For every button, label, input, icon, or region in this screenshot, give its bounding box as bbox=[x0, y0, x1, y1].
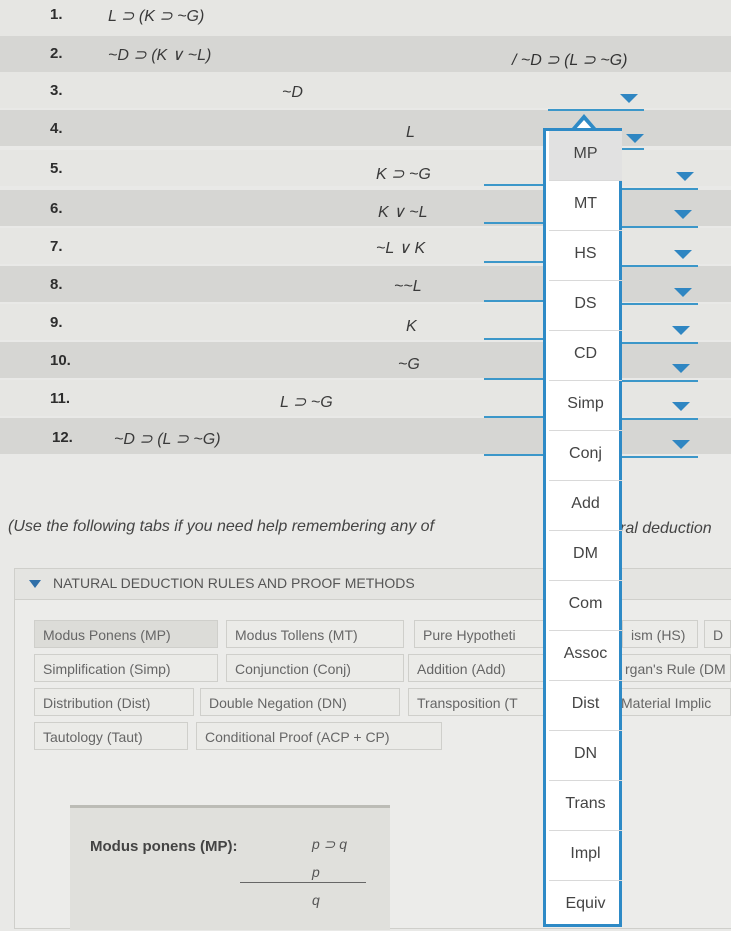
justification-select[interactable] bbox=[548, 109, 644, 111]
rules-panel-header[interactable]: NATURAL DEDUCTION RULES AND PROOF METHOD… bbox=[15, 569, 731, 600]
justification-blank[interactable] bbox=[484, 261, 544, 263]
rule-premise-2: p bbox=[312, 864, 320, 880]
justification-blank[interactable] bbox=[484, 338, 544, 340]
tab-simplification[interactable]: Simplification (Simp) bbox=[34, 654, 218, 682]
tab-double-negation[interactable]: Double Negation (DN) bbox=[200, 688, 400, 716]
justification-blank[interactable] bbox=[484, 184, 544, 186]
justification-select[interactable] bbox=[622, 265, 698, 267]
line-formula: ~D ⊃ (K ∨ ~L) bbox=[108, 47, 212, 64]
tab-tautology[interactable]: Tautology (Taut) bbox=[34, 722, 188, 750]
dropdown-option-impl[interactable]: Impl bbox=[549, 831, 622, 881]
line-number: 11. bbox=[50, 390, 71, 407]
dropdown-option-cd[interactable]: CD bbox=[549, 331, 622, 381]
rule-dropdown-list[interactable]: MP MT HS DS CD Simp Conj Add DM Com Asso… bbox=[543, 128, 622, 927]
justification-blank[interactable] bbox=[484, 416, 544, 418]
justification-select[interactable] bbox=[622, 380, 698, 382]
chevron-down-icon[interactable] bbox=[674, 210, 692, 219]
rule-name: Modus ponens (MP): bbox=[90, 838, 238, 855]
justification-select[interactable] bbox=[622, 188, 698, 190]
tab-hypothetical-syllogism-end[interactable]: ism (HS) bbox=[622, 620, 698, 648]
line-formula: L ⊃ (K ⊃ ~G) bbox=[108, 8, 205, 25]
chevron-down-icon[interactable] bbox=[672, 364, 690, 373]
justification-blank[interactable] bbox=[484, 300, 544, 302]
dropdown-option-add[interactable]: Add bbox=[549, 481, 622, 531]
dropdown-option-conj[interactable]: Conj bbox=[549, 431, 622, 481]
line-number: 5. bbox=[50, 160, 63, 177]
line-number: 8. bbox=[50, 276, 63, 293]
tab-de-morgans-rule[interactable]: rgan's Rule (DM bbox=[616, 654, 731, 682]
justification-select[interactable] bbox=[622, 148, 644, 150]
line-formula: ~D bbox=[282, 84, 303, 101]
line-formula: K ∨ ~L bbox=[378, 204, 428, 221]
justification-select[interactable] bbox=[622, 342, 698, 344]
tab-modus-tollens[interactable]: Modus Tollens (MT) bbox=[226, 620, 404, 648]
tab-hypothetical-syllogism[interactable]: Pure Hypotheti bbox=[414, 620, 548, 648]
justification-select[interactable] bbox=[622, 303, 698, 305]
line-number: 4. bbox=[50, 120, 63, 137]
tab-transposition[interactable]: Transposition (T bbox=[408, 688, 546, 716]
line-number: 6. bbox=[50, 200, 63, 217]
line-formula: ~D ⊃ (L ⊃ ~G) bbox=[114, 431, 221, 448]
chevron-down-icon[interactable] bbox=[676, 172, 694, 181]
chevron-down-icon[interactable] bbox=[672, 326, 690, 335]
proof-row: 1. L ⊃ (K ⊃ ~G) bbox=[0, 0, 731, 36]
line-number: 1. bbox=[50, 6, 63, 23]
line-number: 3. bbox=[50, 82, 63, 99]
line-formula: ~L ∨ K bbox=[376, 240, 426, 257]
rule-display: Modus ponens (MP): bbox=[70, 805, 390, 930]
tab-material-implication[interactable]: Material Implic bbox=[612, 688, 731, 716]
justification-blank[interactable] bbox=[484, 222, 544, 224]
line-number: 2. bbox=[50, 45, 63, 62]
dropdown-option-mp[interactable]: MP bbox=[549, 131, 622, 181]
line-formula: K ⊃ ~G bbox=[376, 166, 431, 183]
rule-premise-1: p ⊃ q bbox=[312, 836, 348, 852]
line-number: 7. bbox=[50, 238, 63, 255]
tab-distribution[interactable]: Distribution (Dist) bbox=[34, 688, 194, 716]
dropdown-option-dist[interactable]: Dist bbox=[549, 681, 622, 731]
line-formula: ~~L bbox=[394, 278, 422, 295]
dropdown-option-ds[interactable]: DS bbox=[549, 281, 622, 331]
chevron-down-icon[interactable] bbox=[620, 94, 638, 103]
dropdown-option-dn[interactable]: DN bbox=[549, 731, 622, 781]
dropdown-option-trans[interactable]: Trans bbox=[549, 781, 622, 831]
justification-select[interactable] bbox=[622, 418, 698, 420]
tab-addition[interactable]: Addition (Add) bbox=[408, 654, 544, 682]
chevron-down-icon[interactable] bbox=[672, 440, 690, 449]
line-formula: L bbox=[406, 124, 415, 141]
chevron-down-icon[interactable] bbox=[674, 288, 692, 297]
line-number: 10. bbox=[50, 352, 71, 369]
dropdown-option-hs[interactable]: HS bbox=[549, 231, 622, 281]
chevron-down-icon[interactable] bbox=[626, 134, 644, 143]
line-formula: K bbox=[406, 318, 417, 335]
tab-modus-ponens[interactable]: Modus Ponens (MP) bbox=[34, 620, 218, 648]
dropdown-option-assoc[interactable]: Assoc bbox=[549, 631, 622, 681]
line-number: 12. bbox=[52, 429, 73, 446]
dropdown-option-com[interactable]: Com bbox=[549, 581, 622, 631]
dropdown-option-simp[interactable]: Simp bbox=[549, 381, 622, 431]
rule-conclusion: q bbox=[312, 892, 320, 908]
hint-text-tail: ral deduction bbox=[620, 520, 712, 537]
chevron-down-icon[interactable] bbox=[672, 402, 690, 411]
line-formula: L ⊃ ~G bbox=[280, 394, 333, 411]
tab-disjunctive-syllogism[interactable]: D bbox=[704, 620, 731, 648]
conclusion-formula: / ~D ⊃ (L ⊃ ~G) bbox=[512, 52, 628, 69]
dropdown-option-dm[interactable]: DM bbox=[549, 531, 622, 581]
justification-select[interactable] bbox=[622, 456, 698, 458]
collapse-triangle-icon[interactable] bbox=[29, 580, 41, 588]
tab-conjunction[interactable]: Conjunction (Conj) bbox=[226, 654, 404, 682]
justification-select[interactable] bbox=[622, 226, 698, 228]
hint-text: (Use the following tabs if you need help… bbox=[8, 518, 435, 535]
rule-divider bbox=[240, 882, 366, 883]
dropdown-option-mt[interactable]: MT bbox=[549, 181, 622, 231]
justification-blank[interactable] bbox=[484, 454, 544, 456]
justification-blank[interactable] bbox=[484, 378, 544, 380]
chevron-down-icon[interactable] bbox=[674, 250, 692, 259]
dropdown-option-equiv[interactable]: Equiv bbox=[549, 881, 622, 931]
tab-conditional-proof[interactable]: Conditional Proof (ACP + CP) bbox=[196, 722, 442, 750]
line-formula: ~G bbox=[398, 356, 420, 373]
rules-panel-title: NATURAL DEDUCTION RULES AND PROOF METHOD… bbox=[53, 575, 415, 591]
line-number: 9. bbox=[50, 314, 63, 331]
